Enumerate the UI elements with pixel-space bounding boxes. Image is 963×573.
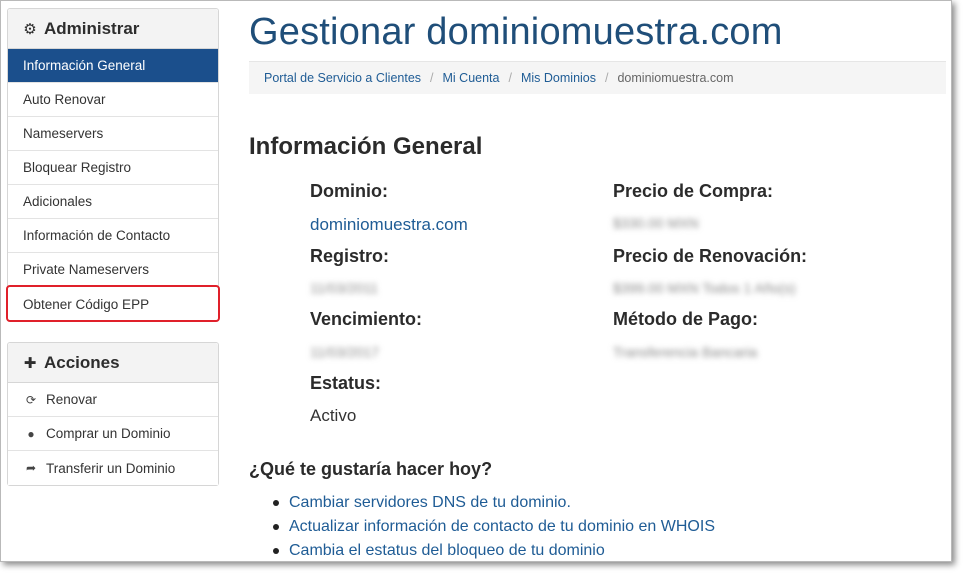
registration-label: Registro: [310,246,390,266]
sidebar-item-label: Información de Contacto [23,228,171,243]
manage-panel: ⚙ Administrar Información General Auto R… [6,8,220,322]
breadcrumb-separator: / [430,71,434,85]
action-transfer-domain[interactable]: ➦ Transferir un Dominio [8,451,218,485]
sidebar-item-label: Bloquear Registro [23,160,132,175]
link-update-whois[interactable]: Actualizar información de contacto de tu… [289,518,715,536]
sidebar-item-label: Auto Renovar [23,92,106,107]
payment-method-value: Transferencia Bancaria [613,344,758,360]
link-lock-status[interactable]: Cambia el estatus del bloqueo de tu domi… [289,542,605,560]
refresh-icon: ⟳ [25,392,37,407]
renewal-price-label: Precio de Renovación: [613,246,808,266]
expiry-value: 11/03/2017 [310,344,380,360]
section-title: Información General [249,133,483,160]
action-label: Comprar un Dominio [46,426,171,441]
bullet-icon [273,500,279,506]
breadcrumb-current: dominiomuestra.com [617,71,734,85]
domain-label: Dominio: [310,181,388,201]
manage-panel-header: ⚙ Administrar [8,9,218,49]
status-label: Estatus: [310,373,382,393]
quick-links-list: Cambiar servidores DNS de tu dominio. Ac… [273,491,715,561]
domain-value-link[interactable]: dominiomuestra.com [310,215,468,235]
link-change-dns[interactable]: Cambiar servidores DNS de tu dominio. [289,494,571,512]
breadcrumb-separator: / [508,71,512,85]
breadcrumb-separator: / [605,71,609,85]
bullet-icon [273,524,279,530]
domain-management-page: ⚙ Administrar Información General Auto R… [0,0,952,562]
renewal-price-value: $399.00 MXN Todos 1 Año(s) [613,280,796,296]
plus-icon: ✚ [23,354,37,372]
sidebar-item-contact-info[interactable]: Información de Contacto [8,219,218,253]
action-label: Renovar [46,392,98,407]
payment-method-label: Método de Pago: [613,309,758,329]
breadcrumb-link-account[interactable]: Mi Cuenta [443,71,500,85]
sidebar-item-nameservers[interactable]: Nameservers [8,117,218,151]
manage-panel-title: Administrar [44,18,140,38]
purchase-price-label: Precio de Compra: [613,181,774,201]
sidebar-item-label: Private Nameservers [23,262,150,277]
actions-question: ¿Qué te gustaría hacer hoy? [249,459,493,479]
list-item: Cambiar servidores DNS de tu dominio. [273,491,715,515]
sidebar-item-label: Obtener Código EPP [23,296,150,312]
page-title: Gestionar dominiomuestra.com [249,11,783,53]
action-label: Transferir un Dominio [46,460,176,476]
sidebar-item-get-epp-code[interactable]: Obtener Código EPP [6,285,220,322]
sidebar-item-label: Adicionales [23,194,93,209]
list-item: Actualizar información de contacto de tu… [273,515,715,539]
globe-icon: ● [27,426,35,441]
action-renew[interactable]: ⟳ Renovar [8,383,218,417]
actions-panel-title: Acciones [44,352,120,372]
sidebar-item-private-nameservers[interactable]: Private Nameservers [8,253,218,287]
list-item: Cambia el estatus del bloqueo de tu domi… [273,539,715,561]
actions-panel: ✚ Acciones ⟳ Renovar ● Comprar un Domini… [7,342,219,486]
share-arrow-icon: ➦ [25,461,37,475]
registration-value: 11/03/2011 [310,280,378,296]
breadcrumb-link-domains[interactable]: Mis Dominios [521,71,596,85]
sidebar-item-addons[interactable]: Adicionales [8,185,218,219]
sidebar-item-label: Información General [23,58,146,73]
sidebar-item-registrar-lock[interactable]: Bloquear Registro [8,151,218,185]
status-value: Activo [310,406,357,425]
sidebar-item-label: Nameservers [23,126,104,141]
action-buy-domain[interactable]: ● Comprar un Dominio [8,417,218,451]
actions-panel-header: ✚ Acciones [8,343,218,383]
sidebar-item-auto-renew[interactable]: Auto Renovar [8,83,218,117]
bullet-icon [273,548,279,554]
gear-icon: ⚙ [23,20,37,38]
breadcrumb-link-portal[interactable]: Portal de Servicio a Clientes [264,71,421,85]
sidebar-item-general-info[interactable]: Información General [8,49,218,83]
purchase-price-value: $330.00 MXN [613,215,699,231]
expiry-label: Vencimiento: [310,309,423,329]
breadcrumb: Portal de Servicio a Clientes / Mi Cuent… [249,61,946,94]
